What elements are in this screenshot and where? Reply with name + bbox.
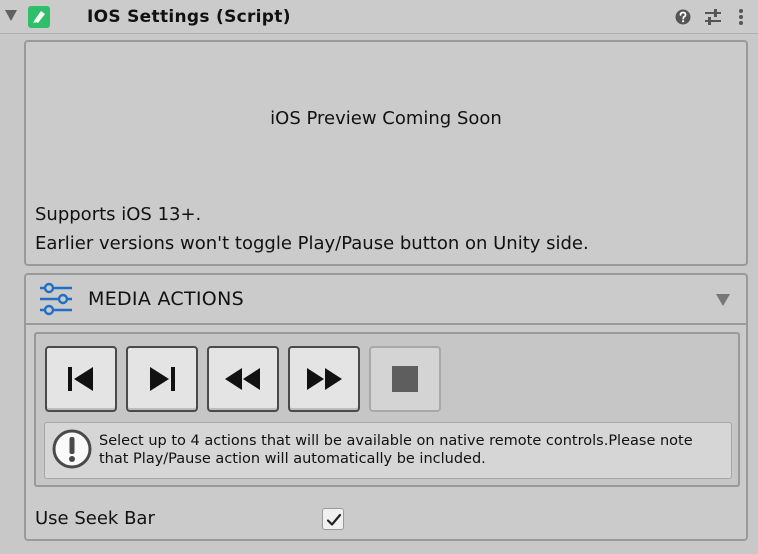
warning-icon [51,428,93,470]
skip-previous-icon [68,367,93,391]
preview-title: iOS Preview Coming Soon [270,108,502,129]
help-icon[interactable] [674,8,692,26]
media-actions-panel: MEDIA ACTIONS Select up to 4 actions tha… [24,273,748,541]
component-title: IOS Settings (Script) [87,7,291,27]
fast-forward-button[interactable] [288,346,360,412]
sliders-icon [38,282,74,316]
collapse-arrow-icon[interactable] [716,294,730,306]
script-icon [28,6,50,28]
earlier-versions-text: Earlier versions won't toggle Play/Pause… [35,233,589,254]
ios-preview-box: iOS Preview Coming Soon Supports iOS 13+… [24,40,748,266]
fast-forward-icon [307,368,342,390]
rewind-button[interactable] [207,346,279,412]
media-actions-title: MEDIA ACTIONS [88,288,244,310]
media-actions-header[interactable]: MEDIA ACTIONS [26,275,746,325]
kebab-menu-icon[interactable] [736,8,754,26]
use-seek-bar-label: Use Seek Bar [35,508,155,529]
skip-next-icon [150,367,175,391]
info-help-box: Select up to 4 actions that will be avai… [44,422,732,479]
stop-icon [392,366,418,392]
component-header[interactable]: IOS Settings (Script) [0,0,758,34]
inspector-panel: IOS Settings (Script) iOS Preview Coming… [0,0,758,554]
checkmark-icon [326,513,342,526]
preset-icon[interactable] [704,8,722,26]
previous-track-button[interactable] [45,346,117,412]
help-text: Select up to 4 actions that will be avai… [99,433,693,467]
foldout-arrow-icon[interactable] [5,10,17,21]
media-actions-box: Select up to 4 actions that will be avai… [34,332,740,487]
stop-button[interactable] [369,346,441,412]
next-track-button[interactable] [126,346,198,412]
rewind-icon [225,368,260,390]
support-text: Supports iOS 13+. [35,204,202,225]
use-seek-bar-checkbox[interactable] [322,508,344,530]
